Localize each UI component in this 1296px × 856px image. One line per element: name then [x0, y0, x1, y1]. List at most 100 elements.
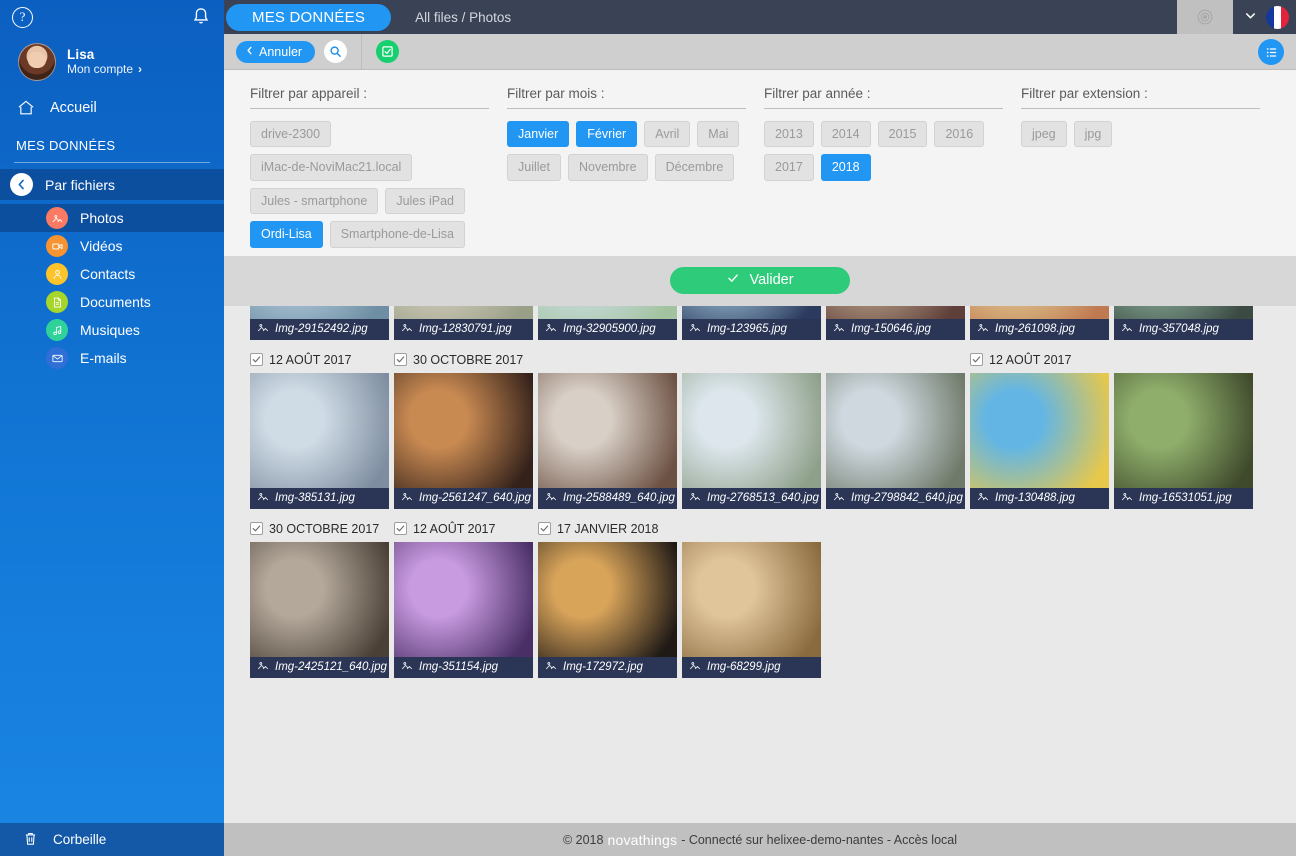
date-group-label[interactable]: 17 JANVIER 2018 — [538, 522, 658, 536]
sidebar-item-contacts[interactable]: Contacts — [0, 260, 224, 288]
filter-chip[interactable]: Smartphone-de-Lisa — [329, 221, 465, 248]
photo-tile[interactable]: Img-123965.jpg — [682, 305, 821, 340]
cancel-button[interactable]: Annuler — [236, 40, 316, 63]
photo-tile[interactable]: Img-29152492.jpg — [250, 305, 389, 340]
filter-chip[interactable]: jpg — [1073, 121, 1113, 148]
photo-icon — [46, 207, 68, 229]
sidebar-item-label: Photos — [80, 210, 124, 226]
filter-column-title: Filtrer par appareil : — [250, 86, 368, 101]
checkbox-checked-icon[interactable] — [250, 353, 263, 366]
date-group-label[interactable]: 30 OCTOBRE 2017 — [250, 522, 379, 536]
filter-chip[interactable]: Mai — [697, 121, 740, 148]
photo-tile[interactable]: Img-150646.jpg — [826, 305, 965, 340]
date-label-text: 30 OCTOBRE 2017 — [413, 352, 524, 367]
filter-chip[interactable]: 2013 — [764, 121, 814, 148]
photo-tile[interactable]: Img-172972.jpg — [538, 541, 677, 678]
filter-chip[interactable]: iMac-de-NoviMac21.local — [250, 154, 413, 181]
photo-tile[interactable]: Img-2425121_640.jpg — [250, 541, 389, 678]
filter-chip[interactable]: jpeg — [1021, 121, 1067, 148]
sidebar-item-par-fichiers[interactable]: Par fichiers — [0, 169, 224, 200]
photo-tile[interactable]: Img-385131.jpg — [250, 372, 389, 509]
french-flag-icon[interactable] — [1266, 5, 1289, 29]
user-account-block[interactable]: Lisa Mon compte › — [0, 34, 224, 86]
sidebar-item-e-mails[interactable]: E-mails — [0, 344, 224, 372]
validate-button[interactable]: Valider — [670, 266, 850, 294]
radar-target-icon[interactable] — [1177, 0, 1233, 34]
photo-tile[interactable]: Img-130488.jpg — [970, 372, 1109, 509]
chevron-down-icon[interactable] — [1233, 8, 1266, 26]
checkbox-checked-icon[interactable] — [250, 522, 263, 535]
photo-icon — [976, 321, 990, 337]
filter-chip[interactable]: Janvier — [507, 121, 570, 148]
photo-filename-bar: Img-2561247_640.jpg — [394, 487, 533, 509]
sidebar-item-musiques[interactable]: Musiques — [0, 316, 224, 344]
action-toolbar: Annuler — [224, 33, 1296, 70]
validate-label: Valider — [749, 272, 794, 288]
photo-filename: Img-351154.jpg — [419, 661, 499, 673]
sidebar: ? Lisa Mon compte › Accueil MES DONNÉES … — [0, 0, 224, 856]
photo-tile[interactable]: Img-2768513_640.jpg — [682, 372, 821, 509]
filter-chip[interactable]: Décembre — [654, 154, 735, 181]
filter-chip[interactable]: 2018 — [820, 154, 871, 181]
date-label-row: 12 AOÛT 2017 30 OCTOBRE 2017 12 AOÛT 2017 — [250, 352, 1270, 373]
date-group-label[interactable]: 12 AOÛT 2017 — [250, 353, 351, 367]
filter-column-2: Filtrer par mois : Janvier Février Avril Mai… — [507, 86, 764, 248]
sidebar-item-photos[interactable]: Photos — [0, 204, 224, 232]
photo-filename-bar: Img-32905900.jpg — [538, 318, 677, 340]
photo-tile[interactable]: Img-2798842_640.jpg — [826, 372, 965, 509]
photo-tile[interactable]: Img-2588489_640.jpg — [538, 372, 677, 509]
filter-chip[interactable]: Novembre — [567, 154, 648, 181]
filter-chip[interactable]: Jules - smartphone — [250, 187, 379, 215]
photo-tile[interactable]: Img-261098.jpg — [970, 305, 1109, 340]
notification-bell-icon[interactable] — [190, 5, 212, 29]
sidebar-item-label: E-mails — [80, 350, 127, 366]
filter-chip[interactable]: drive-2300 — [250, 121, 332, 148]
filter-chip[interactable]: 2014 — [820, 121, 871, 148]
photo-tile[interactable]: Img-32905900.jpg — [538, 305, 677, 340]
date-label-text: 12 AOÛT 2017 — [989, 352, 1072, 367]
photo-row: Img-29152492.jpg Img-12830791.jpg Img-3290… — [250, 305, 1270, 340]
select-all-button[interactable] — [376, 40, 400, 63]
date-label-text: 12 AOÛT 2017 — [413, 521, 496, 536]
sidebar-item-corbeille[interactable]: Corbeille — [0, 823, 224, 856]
photo-tile[interactable]: Img-2561247_640.jpg — [394, 372, 533, 509]
sidebar-item-vid-os[interactable]: Vidéos — [0, 232, 224, 260]
photo-tile[interactable]: Img-16531051.jpg — [1114, 372, 1253, 509]
filter-chip[interactable]: 2017 — [764, 154, 814, 181]
chevron-left-circle-icon[interactable] — [10, 173, 33, 196]
photo-row: 30 OCTOBRE 2017 12 AOÛT 2017 17 JANVIER 20… — [250, 521, 1270, 678]
photo-tile[interactable]: Img-68299.jpg — [682, 541, 821, 678]
list-view-button[interactable] — [1258, 39, 1284, 65]
date-group-label[interactable]: 12 AOÛT 2017 — [970, 353, 1071, 367]
checkbox-checked-icon[interactable] — [394, 522, 407, 535]
checkbox-checked-icon[interactable] — [970, 353, 983, 366]
filter-column-3: Filtrer par année : 2013 2014 2015 2016 2017 2… — [764, 86, 1021, 248]
filter-column-rule — [507, 108, 746, 109]
tab-mes-donnees[interactable]: MES DONNÉES — [226, 3, 392, 31]
photo-icon — [544, 321, 558, 337]
photo-icon — [832, 490, 846, 506]
question-mark-icon[interactable]: ? — [12, 7, 33, 28]
photo-tile[interactable]: Img-357048.jpg — [1114, 305, 1253, 340]
photo-grid-area: Img-29152492.jpg Img-12830791.jpg Img-3290… — [224, 305, 1296, 842]
date-group-label[interactable]: 30 OCTOBRE 2017 — [394, 353, 523, 367]
photo-tile[interactable]: Img-12830791.jpg — [394, 305, 533, 340]
sidebar-item-accueil[interactable]: Accueil — [0, 86, 224, 130]
checkbox-checked-icon[interactable] — [538, 522, 551, 535]
sidebar-item-documents[interactable]: Documents — [0, 288, 224, 316]
filter-chip[interactable]: Février — [576, 121, 638, 148]
date-group-label[interactable]: 12 AOÛT 2017 — [394, 522, 495, 536]
filter-chip[interactable]: Avril — [644, 121, 691, 148]
filter-chip[interactable]: Ordi-Lisa — [250, 221, 323, 248]
filter-chip[interactable]: 2015 — [877, 121, 928, 148]
search-icon[interactable] — [324, 40, 348, 63]
photo-filename-bar: Img-357048.jpg — [1114, 318, 1253, 340]
photo-tile[interactable]: Img-351154.jpg — [394, 541, 533, 678]
photo-icon — [688, 490, 702, 506]
user-account-link[interactable]: Mon compte › — [67, 62, 142, 77]
filter-chip[interactable]: 2016 — [934, 121, 985, 148]
filter-chip[interactable]: Juillet — [507, 154, 561, 181]
photo-tile-row: Img-2425121_640.jpg Img-351154.jpg Img-172… — [250, 541, 1270, 678]
filter-chip[interactable]: Jules iPad — [385, 187, 465, 215]
checkbox-checked-icon[interactable] — [394, 353, 407, 366]
